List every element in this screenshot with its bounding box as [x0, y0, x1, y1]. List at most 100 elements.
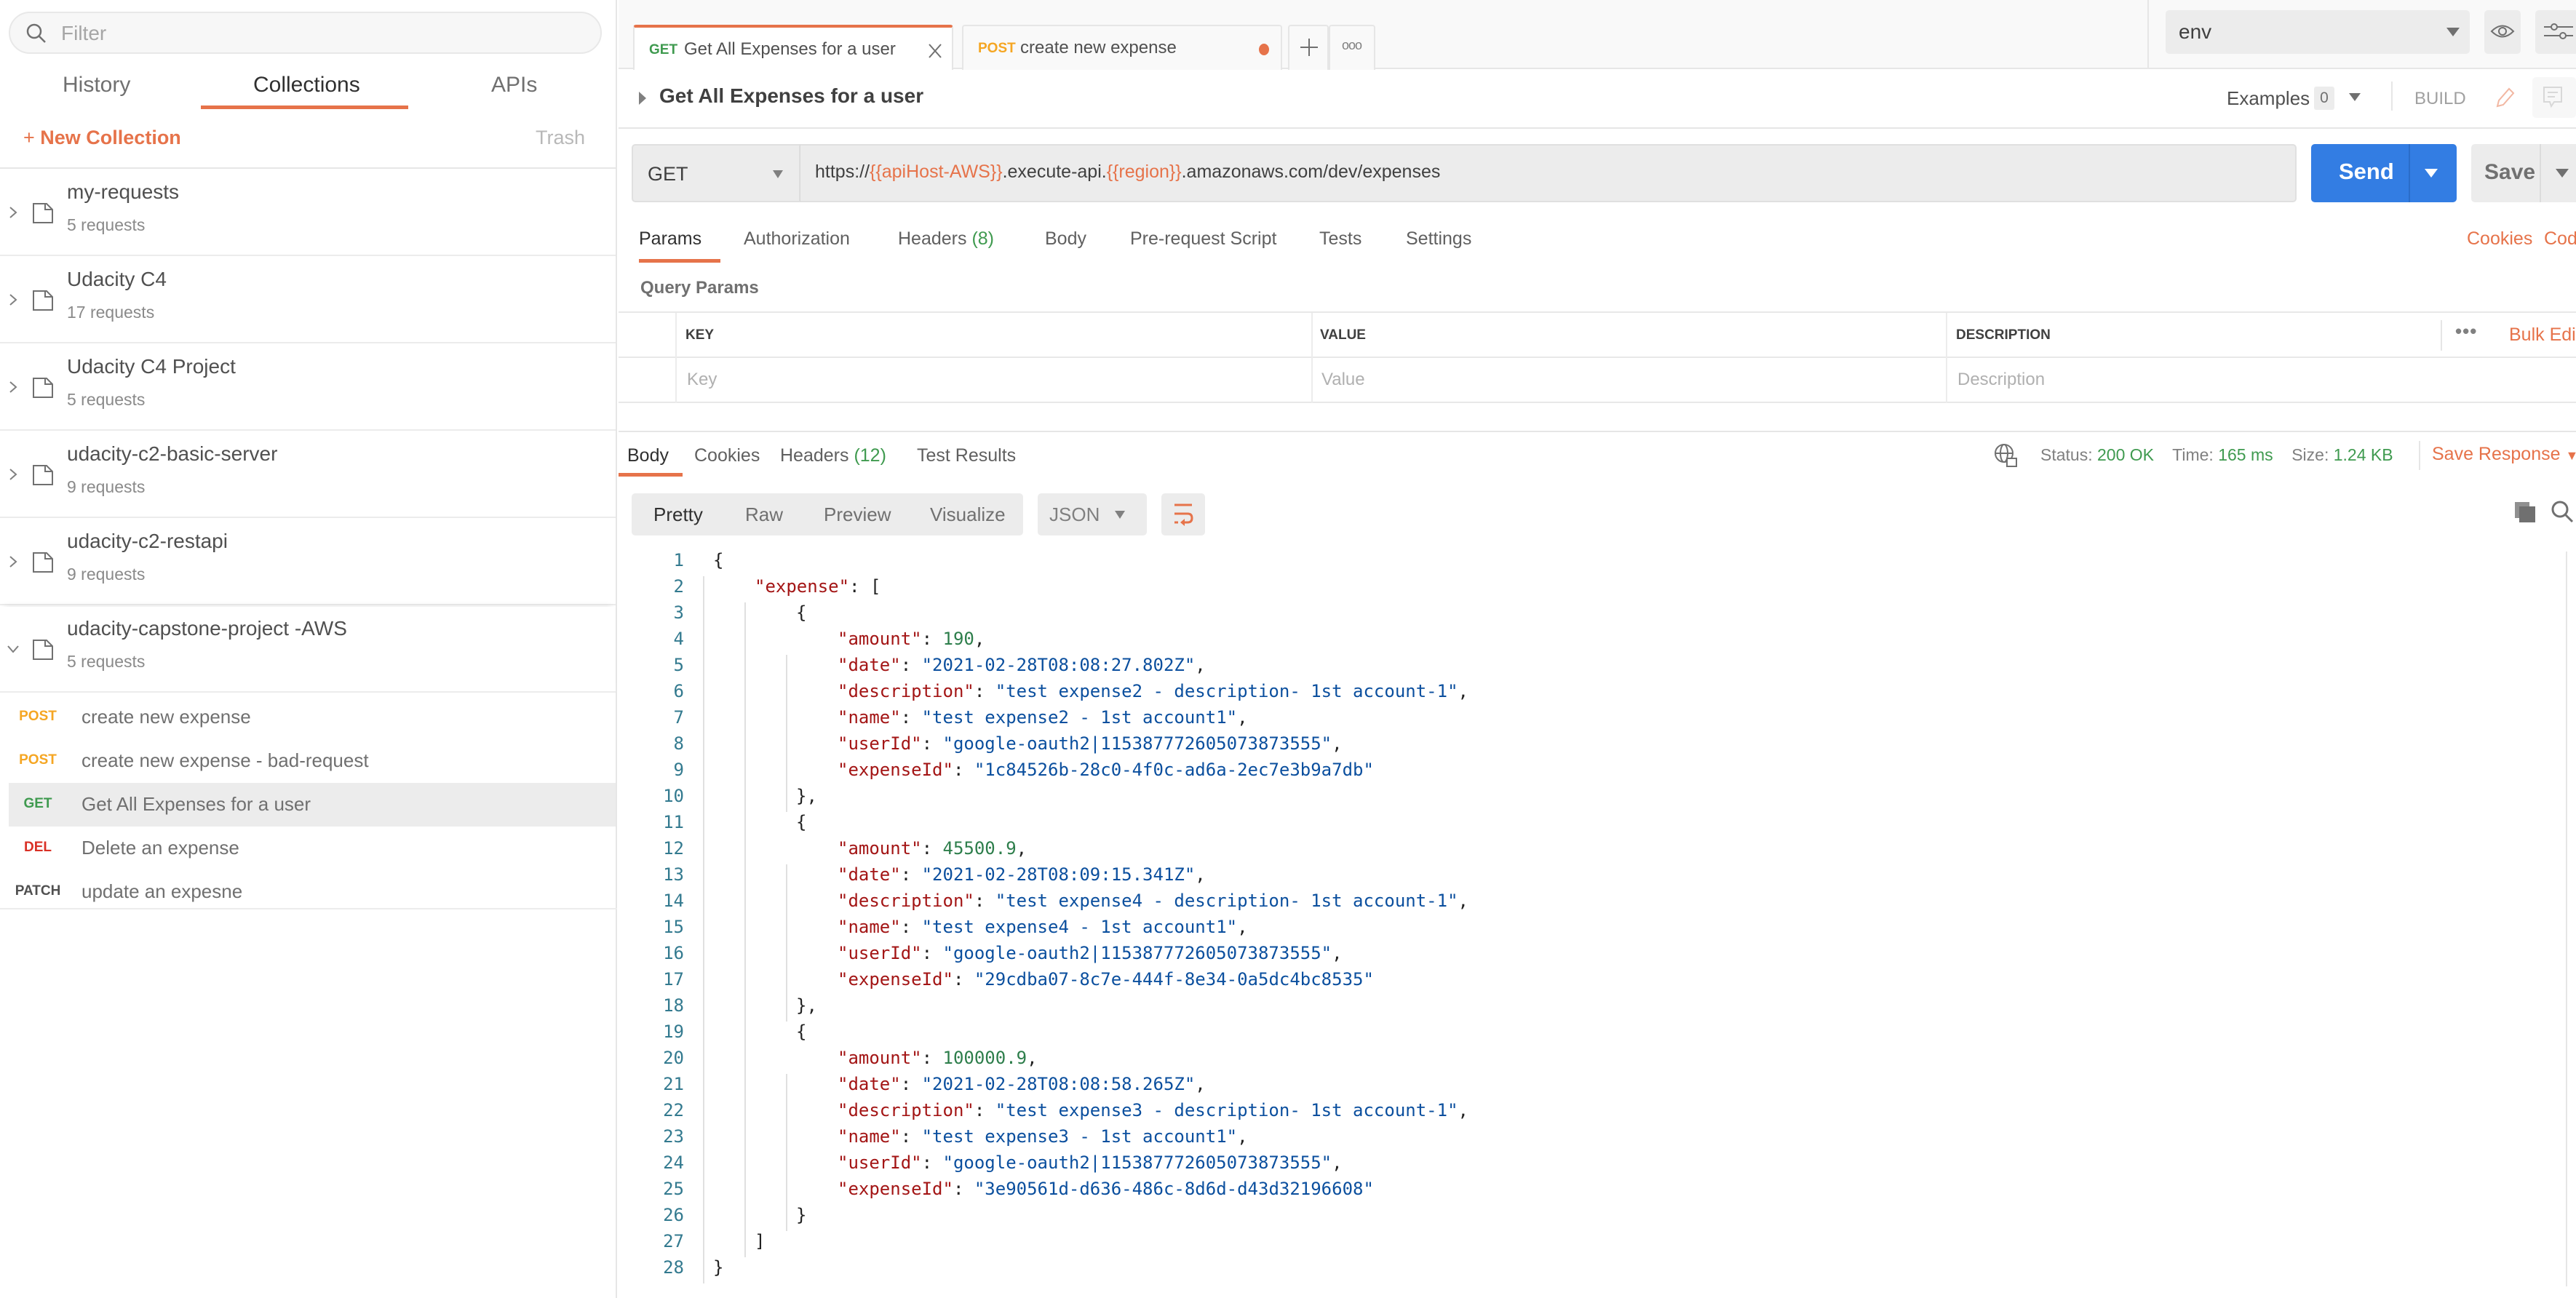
request-tab-authorization[interactable]: Authorization	[744, 228, 850, 250]
collection-item[interactable]: udacity-c2-restapi 9 requests	[0, 519, 616, 605]
chevron-right-icon[interactable]	[6, 205, 20, 220]
collection-item[interactable]: Udacity C4 Project 5 requests	[0, 345, 616, 431]
method-select[interactable]: GET	[632, 144, 800, 202]
json-punct: ,	[1027, 1048, 1038, 1068]
line-content: "expenseId": "1c84526b-28c0-4f0c-ad6a-2e…	[838, 760, 1374, 780]
json-punct: }	[796, 1205, 807, 1225]
tab-label: Tests	[1319, 228, 1362, 249]
send-button[interactable]: Send	[2311, 144, 2457, 202]
environment-quick-look-button[interactable]	[2484, 10, 2521, 54]
divider	[1946, 313, 1947, 403]
request-item[interactable]: GET Get All Expenses for a user	[9, 783, 616, 827]
json-punct: ,	[1195, 655, 1206, 675]
expand-description-icon[interactable]	[639, 92, 646, 105]
indent-guide	[703, 576, 704, 1283]
collection-name: Udacity C4 Project	[67, 355, 236, 378]
tab-history[interactable]: History	[63, 73, 130, 97]
request-tab-body[interactable]: Body	[1045, 228, 1086, 250]
tab-options-button[interactable]: ooo	[1329, 25, 1375, 70]
request-tab-params[interactable]: Params	[639, 228, 701, 250]
chevron-right-icon[interactable]	[6, 380, 20, 394]
request-tab-tests[interactable]: Tests	[1319, 228, 1361, 250]
globe-lock-icon[interactable]	[1994, 442, 2019, 469]
new-tab-button[interactable]	[1288, 25, 1329, 70]
view-mode-raw[interactable]: Raw	[745, 503, 783, 526]
collection-item[interactable]: my-requests 5 requests	[0, 170, 616, 256]
more-options-icon[interactable]: •••	[2455, 320, 2477, 343]
environment-select[interactable]: env	[2166, 10, 2470, 54]
save-response-button[interactable]: Save Response ▼	[2432, 444, 2576, 465]
search-icon[interactable]	[2550, 499, 2575, 524]
status-value[interactable]: 200 OK	[2097, 445, 2154, 464]
response-tab-headers[interactable]: Headers (12)	[780, 445, 886, 466]
size-value[interactable]: 1.24 KB	[2334, 445, 2393, 464]
description-input[interactable]: Description	[1957, 370, 2045, 390]
view-mode-preview[interactable]: Preview	[824, 503, 891, 526]
chevron-down-icon[interactable]	[2425, 169, 2438, 179]
close-icon[interactable]	[927, 42, 943, 60]
line-number: 12	[663, 838, 684, 859]
divider	[619, 357, 2576, 358]
time-value[interactable]: 165 ms	[2218, 445, 2273, 464]
code-line: 14 "description": "test expense4 - descri…	[626, 891, 2518, 917]
code-link[interactable]: Code	[2544, 228, 2576, 250]
chevron-down-icon[interactable]	[2556, 169, 2569, 179]
filter-input[interactable]: Filter	[9, 12, 602, 54]
request-item[interactable]: POST create new expense	[9, 696, 616, 739]
format-select[interactable]: JSON	[1038, 493, 1147, 535]
cookies-link[interactable]: Cookies	[2467, 228, 2532, 250]
key-input[interactable]: Key	[687, 370, 717, 390]
tab-collections[interactable]: Collections	[253, 73, 360, 97]
unsaved-dot-icon	[1259, 44, 1269, 55]
copy-icon[interactable]	[2513, 501, 2537, 524]
view-mode-visualize[interactable]: Visualize	[930, 503, 1006, 526]
response-tab-cookies[interactable]: Cookies	[694, 445, 760, 466]
json-string: "test expense2 - 1st account1"	[921, 707, 1238, 728]
bulk-edit-button[interactable]: Bulk Edit	[2509, 324, 2576, 346]
request-item[interactable]: POST create new expense - bad-request	[9, 739, 616, 783]
request-item[interactable]: DEL Delete an expense	[9, 827, 616, 870]
divider	[2409, 144, 2410, 202]
collection-item[interactable]: Udacity C4 17 requests	[0, 258, 616, 343]
save-button[interactable]: Save	[2471, 144, 2576, 202]
trash-button[interactable]: Trash	[536, 127, 585, 149]
url-text: .amazonaws.com/dev/expenses	[1181, 162, 1441, 182]
view-mode-pretty[interactable]: Pretty	[653, 503, 703, 526]
response-tab-body[interactable]: Body	[627, 445, 669, 466]
chevron-right-icon[interactable]	[6, 554, 20, 569]
examples-button[interactable]: Examples	[2227, 87, 2310, 110]
request-tab-headers[interactable]: Headers (8)	[898, 228, 994, 250]
send-label: Send	[2339, 159, 2394, 184]
collection-item[interactable]: udacity-c2-basic-server 9 requests	[0, 432, 616, 518]
code-line: 13 "date": "2021-02-28T08:09:15.341Z",	[626, 864, 2518, 891]
manage-environments-button[interactable]	[2535, 10, 2576, 54]
chevron-down-icon[interactable]	[6, 642, 20, 656]
url-input[interactable]: https://{{apiHost-AWS}}.execute-api.{{re…	[800, 144, 2297, 202]
line-content: "userId": "google-oauth2|115387772605073…	[838, 733, 1343, 754]
collection-item[interactable]: udacity-capstone-project -AWS 5 requests	[0, 607, 616, 693]
request-item[interactable]: PATCH update an expesne	[9, 870, 616, 914]
request-tab-settings[interactable]: Settings	[1406, 228, 1471, 250]
chevron-right-icon[interactable]	[6, 467, 20, 482]
tab-get-all-expenses[interactable]: GET Get All Expenses for a user	[633, 25, 953, 70]
scrollbar[interactable]	[2566, 552, 2567, 1286]
response-tab-test-results[interactable]: Test Results	[917, 445, 1016, 466]
json-string: "test expense3 - 1st account1"	[921, 1126, 1238, 1147]
tab-apis[interactable]: APIs	[491, 73, 537, 97]
edit-button[interactable]	[2484, 77, 2525, 118]
wrap-lines-button[interactable]	[1161, 493, 1205, 535]
chevron-right-icon[interactable]	[6, 292, 20, 307]
line-content: "expenseId": "29cdba07-8c7e-444f-8e34-0a…	[838, 969, 1374, 990]
request-tab-pre-request-script[interactable]: Pre-request Script	[1130, 228, 1276, 250]
new-collection-label: New Collection	[40, 127, 181, 148]
json-punct: {	[713, 550, 724, 570]
json-key: "userId"	[838, 943, 922, 963]
json-string: "1c84526b-28c0-4f0c-ad6a-2ec7e3b9a7db"	[974, 760, 1374, 780]
json-punct: ,	[1332, 943, 1343, 963]
tab-create-new-expense[interactable]: POST create new expense	[962, 25, 1282, 70]
value-input[interactable]: Value	[1321, 370, 1365, 390]
chevron-down-icon[interactable]	[2349, 93, 2361, 102]
new-collection-button[interactable]: + New Collection	[23, 127, 181, 149]
comments-button[interactable]	[2532, 77, 2576, 118]
indent-guide	[744, 602, 746, 1257]
